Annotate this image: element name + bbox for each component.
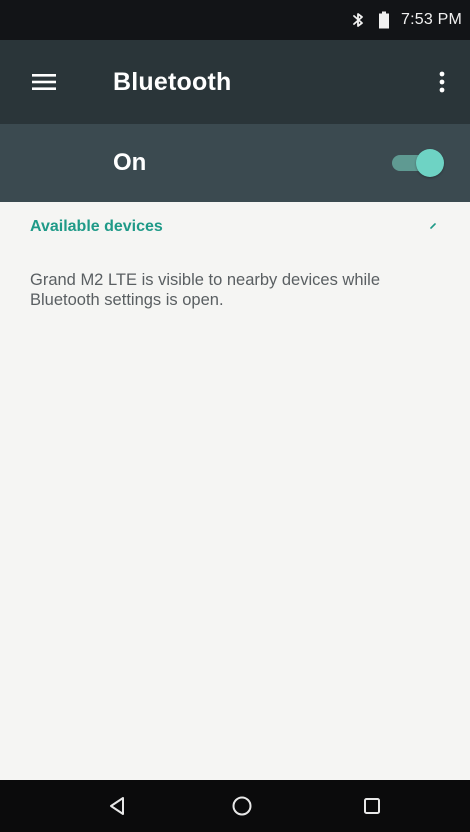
battery-icon: [377, 11, 391, 29]
bluetooth-toggle-bar[interactable]: On: [0, 124, 470, 202]
back-icon[interactable]: [101, 790, 133, 822]
recent-apps-icon[interactable]: [356, 790, 388, 822]
bluetooth-settings-content: Available devices Grand M2 LTE is visibl…: [0, 202, 470, 780]
hamburger-menu-icon[interactable]: [22, 62, 66, 102]
page-title: Bluetooth: [113, 68, 232, 96]
more-vert-icon[interactable]: [430, 62, 454, 102]
home-icon[interactable]: [226, 790, 258, 822]
app-bar: Bluetooth: [0, 40, 470, 124]
system-nav-bar: [0, 780, 470, 832]
status-time: 7:53 PM: [401, 11, 462, 28]
bluetooth-switch[interactable]: [392, 147, 444, 179]
bluetooth-state-label: On: [113, 149, 147, 176]
bluetooth-icon: [349, 11, 367, 29]
available-devices-header: Available devices: [30, 218, 163, 235]
scanning-spinner-icon: [430, 216, 436, 229]
status-bar: 7:53 PM: [0, 0, 470, 40]
visibility-message: Grand M2 LTE is visible to nearby device…: [30, 271, 381, 309]
switch-thumb: [416, 149, 444, 177]
